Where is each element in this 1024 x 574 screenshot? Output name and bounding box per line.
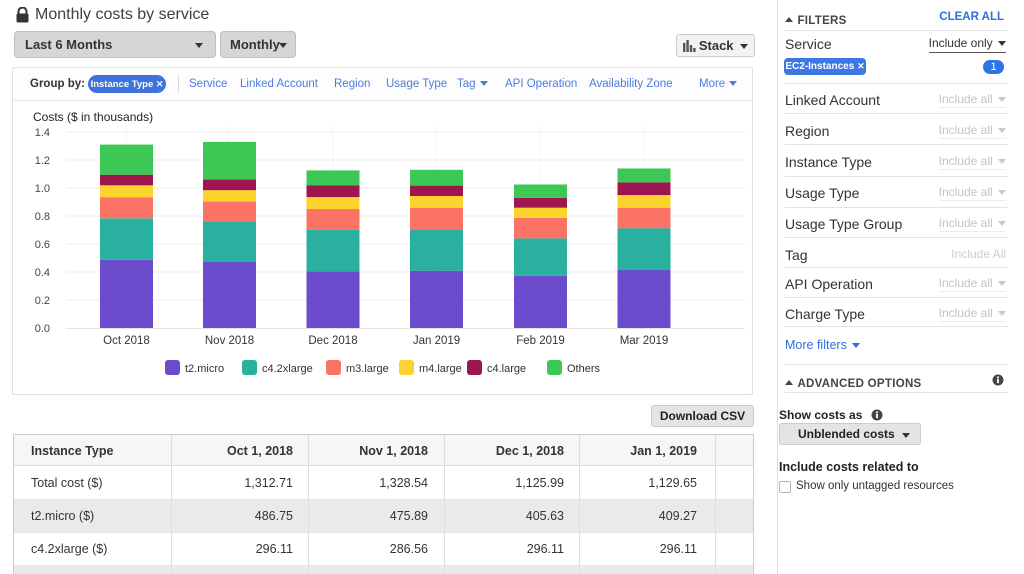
svg-text:Others: Others [567, 363, 601, 375]
svg-text:0.2: 0.2 [35, 295, 50, 307]
svg-text:0.8: 0.8 [35, 211, 50, 223]
svg-text:m3.large: m3.large [346, 363, 389, 375]
svg-text:Oct 2018: Oct 2018 [103, 335, 150, 347]
svg-text:c4.2xlarge: c4.2xlarge [262, 363, 313, 375]
svg-text:c4.large: c4.large [487, 363, 526, 375]
svg-text:Mar 2019: Mar 2019 [620, 335, 669, 347]
svg-text:Nov 2018: Nov 2018 [205, 335, 254, 347]
svg-text:Costs ($ in thousands): Costs ($ in thousands) [33, 110, 153, 124]
svg-text:t2.micro: t2.micro [185, 363, 224, 375]
svg-text:0.6: 0.6 [35, 239, 50, 251]
svg-text:1.2: 1.2 [35, 155, 50, 167]
svg-text:Jan 2019: Jan 2019 [413, 335, 460, 347]
svg-text:1.0: 1.0 [35, 183, 50, 195]
svg-text:Dec 2018: Dec 2018 [308, 335, 357, 347]
svg-text:m4.large: m4.large [419, 363, 462, 375]
svg-text:0.4: 0.4 [35, 267, 50, 279]
svg-text:0.0: 0.0 [35, 323, 50, 335]
svg-text:1.4: 1.4 [35, 127, 50, 139]
svg-text:Feb 2019: Feb 2019 [516, 335, 565, 347]
